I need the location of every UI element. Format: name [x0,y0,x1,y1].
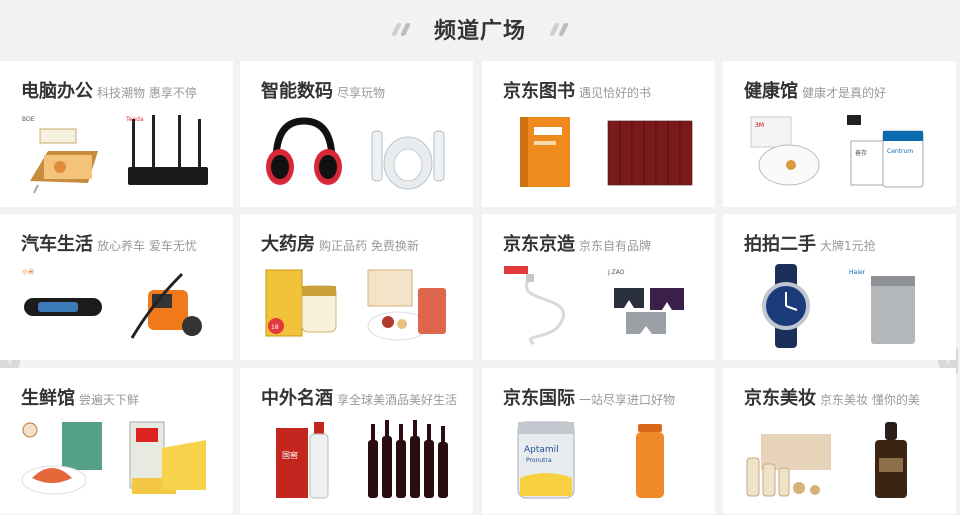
boe-logo: BOE [22,116,35,123]
channel-subtitle: 享全球美酒品美好生活 [337,393,458,407]
orange-book-image [520,117,570,187]
channel-name: 健康馆 [744,81,798,102]
aptamil-label: Aptamil [524,445,559,455]
channel-square-header: 频道广场 [0,0,960,58]
formula-milk-image: Aptamil Pronutra [517,421,575,499]
left-decoration [390,22,412,36]
page-title: 频道广场 [433,19,526,44]
washing-machine-image: Haier [849,269,915,344]
channel-card-health[interactable]: 健康馆 健康才是真的好 3M 善存 Centrum [723,61,956,207]
channel-card-paipai-secondhand[interactable]: 拍拍二手 大牌1元抢 Haier [723,214,956,360]
channel-name: 大药房 [261,234,315,255]
digital-photo-frame-image: BOE [22,116,98,194]
channel-name: 智能数码 [261,81,333,102]
jzao-logo: J.ZAO [607,269,625,276]
channel-subtitle: 尝遍天下鲜 [79,393,140,407]
channel-name: 拍拍二手 [744,234,816,255]
centrum-cn-label: 善存 [855,149,867,157]
channel-subtitle: 一站尽享进口好物 [579,393,676,407]
thermos-bottle-image [636,424,664,498]
channel-subtitle: 放心养车 爱车无忧 [97,239,197,253]
channel-card-jd-international[interactable]: 京东国际 一站尽享进口好物 Aptamil Pronutra [482,368,715,514]
channel-card-smart-digital[interactable]: 智能数码 尽享玩物 [240,61,473,207]
underwear-image: J.ZAO [607,269,684,334]
channel-card-computer-office[interactable]: 电脑办公科技潮物 惠享不停 BOE Tenda [0,61,233,207]
mask-brand-logo: 3M [755,122,764,129]
channel-subtitle: 遇见恰好的书 [579,86,652,100]
channel-subtitle: 健康才是真的好 [802,86,887,100]
channel-subtitle: 京东自有品牌 [579,239,652,253]
medicine-box-image: 18 [265,269,337,337]
pressure-washer-image [130,272,202,339]
channel-card-jd-jingzao[interactable]: 京东京造 京东自有品牌 J.ZAO [482,214,715,360]
channel-name: 京东图书 [503,81,575,102]
channel-subtitle: 尽享玩物 [337,86,386,100]
headphones-image [266,117,342,185]
skincare-set-image [746,434,831,497]
serum-bottle-image [875,422,907,498]
channel-subtitle: 京东美妆 懂你的美 [820,393,920,407]
baijiu-label: 国窖 [282,450,298,460]
channel-name: 电脑办公 [21,81,93,102]
speaker-set-image [371,130,445,190]
haier-logo: Haier [849,269,866,276]
dried-squid-image [21,422,102,495]
right-decoration [548,22,570,36]
charging-cable-image [504,266,565,346]
price-badge: 18 [271,324,279,331]
cheese-image [129,421,206,494]
channel-card-famous-liquor[interactable]: 中外名酒 享全球美酒品美好生活 国窖 [240,368,473,514]
channel-subtitle: 购正品药 免费换新 [319,239,419,253]
wifi-router-image: Tenda [125,115,208,185]
pronutra-label: Pronutra [526,457,552,464]
baijiu-image: 国窖 [276,422,329,499]
channel-name: 生鲜馆 [21,388,75,409]
wristwatch-image [762,264,810,348]
channel-name: 京东京造 [503,234,575,255]
herbal-tea-image [367,269,446,341]
channel-card-pharmacy[interactable]: 大药房 购正品药 免费换新 18 [240,214,473,360]
wine-bottles-image [368,420,448,498]
channel-name: 京东国际 [503,388,575,409]
channel-card-jd-books[interactable]: 京东图书 遇见恰好的书 [482,61,715,207]
car-rearview-mirror-image: 小米 [22,268,102,316]
channel-name: 京东美妆 [744,388,816,409]
channel-name: 中外名酒 [261,388,333,409]
channel-subtitle: 科技潮物 惠享不停 [97,86,197,100]
vitamin-bottles-image: 善存 Centrum [847,115,924,188]
mi-logo: 小米 [22,268,34,276]
channel-subtitle: 大牌1元抢 [820,239,876,253]
channel-card-fresh-food[interactable]: 生鲜馆 尝遍天下鲜 [0,368,233,514]
centrum-label: Centrum [887,148,913,155]
channel-card-jd-beauty[interactable]: 京东美妆 京东美妆 懂你的美 [723,368,956,514]
book-collection-image [607,120,693,186]
channel-card-auto-life[interactable]: 汽车生活 放心养车 爱车无忧 小米 [0,214,233,360]
face-mask-image: 3M [750,116,820,186]
channel-name: 汽车生活 [21,234,93,255]
